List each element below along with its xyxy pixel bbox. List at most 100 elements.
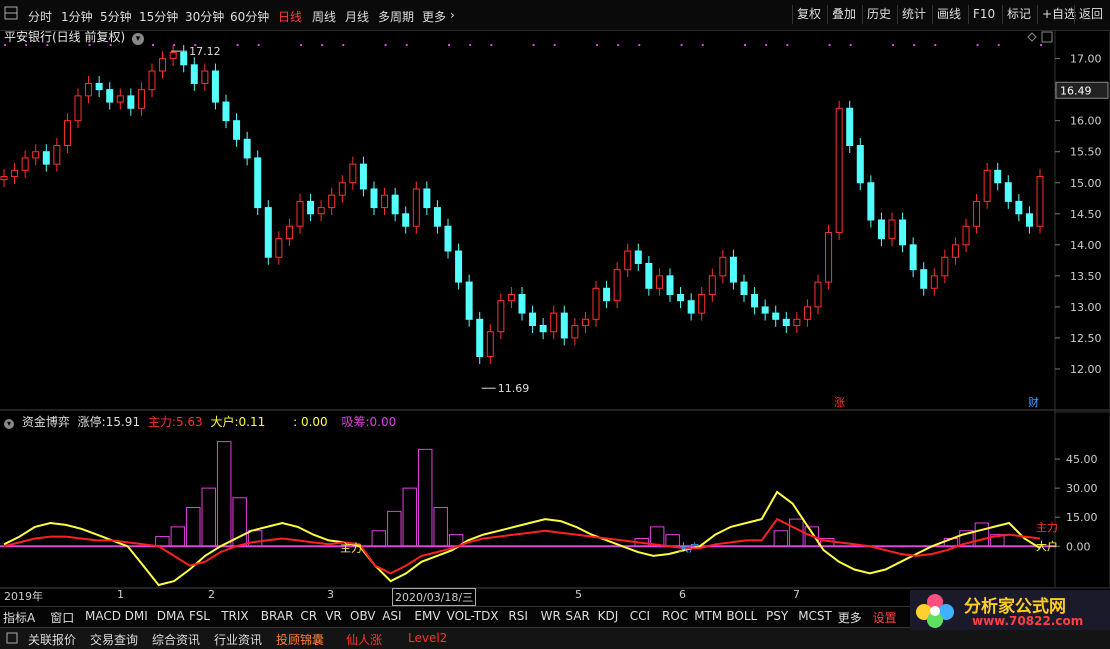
candle-body [803,306,811,320]
indicator-tab[interactable]: 设置 [873,609,897,626]
price-tick-label: 12.00 [1070,363,1102,376]
indicator-tab[interactable]: PSY [766,609,788,623]
x-value: : 0.00 [293,415,328,429]
indicator-tab[interactable]: TRIX [221,609,248,623]
indicator-tab[interactable]: ASI [382,609,401,623]
indicator-tab[interactable]: MACD [85,609,121,623]
indicator-tab[interactable]: RSI [508,609,528,623]
period-toolbar: 分时 1分钟 5分钟 15分钟 30分钟 60分钟 日线 周线 月线 多周期 更… [0,0,1110,31]
indicator-tab[interactable]: CCI [630,609,650,623]
logo-line2: www.70822.com [972,614,1084,628]
period-tab-monthly[interactable]: 月线 [345,8,369,25]
candle-body [624,250,632,271]
candle-body [201,70,209,84]
signal-dot [596,44,598,46]
indicator-tab[interactable]: MTM [694,609,722,623]
candle-body [909,244,917,271]
f10-button[interactable]: F10 [968,5,999,24]
draw-button[interactable]: 画线 [932,5,965,24]
indicator-tab[interactable]: SAR [565,609,589,623]
bottom-tab-xianrenzhang[interactable]: 仙人涨 [346,631,382,648]
chevron-right-icon[interactable]: › [450,8,455,22]
period-tab-30min[interactable]: 30分钟 [185,8,224,25]
bottom-tab-news[interactable]: 综合资讯 [152,631,200,648]
period-tab-multi[interactable]: 多周期 [378,8,414,25]
histogram-bar [433,507,448,547]
indicator-tab[interactable]: DMI [125,609,148,623]
histogram-bar [974,522,990,547]
indicator-tab[interactable]: VOL-TDX [447,609,499,623]
period-tab-weekly[interactable]: 周线 [312,8,336,25]
period-tab-more[interactable]: 更多 [422,8,446,25]
candle-body [317,207,325,215]
indicator-tab[interactable]: BOLL [726,609,757,623]
indicator-tab[interactable]: MCST [798,609,832,623]
indicator-tab[interactable]: VR [325,609,342,623]
histogram-bar [402,487,417,547]
candle-body [211,70,219,103]
event-zhang: 涨 [834,396,845,409]
right-label-main: 主力 [1036,521,1058,534]
indicator-tab[interactable]: WR [541,609,561,623]
candle-body [708,275,716,295]
indicator-tab[interactable]: 更多 [838,609,862,626]
date-label: 2019年 [4,590,43,603]
histogram-bar [170,526,186,547]
indicator-tab[interactable]: ROC [662,609,688,623]
candle-body [476,318,484,358]
fuquan-button[interactable]: 复权 [792,5,825,24]
bottom-tab-level2[interactable]: Level2 [408,631,447,645]
menu-icon[interactable] [6,632,18,647]
candle-body [729,256,737,283]
indicator-tab[interactable]: FSL [189,609,210,623]
history-button[interactable]: 历史 [862,5,895,24]
line-label-big: 大户 [678,540,700,554]
period-tab-fenshi[interactable]: 分时 [28,8,52,25]
indicator-tab[interactable]: BRAR [261,609,294,623]
indicator-tab[interactable]: KDJ [598,609,619,623]
candle-body [793,318,801,327]
period-tab-daily[interactable]: 日线 [278,8,302,25]
grid-icon[interactable] [4,6,18,23]
candle-body [592,287,600,320]
signal-dot [786,44,789,46]
candle-body [518,293,526,314]
signal-dot [194,44,197,46]
price-tick-label: 13.00 [1070,301,1102,314]
stats-button[interactable]: 统计 [897,5,930,24]
period-tab-15min[interactable]: 15分钟 [139,8,178,25]
date-label: 7 [793,588,800,601]
bottom-tab-trade[interactable]: 交易查询 [90,631,138,648]
chevron-down-icon[interactable]: ▾ [132,33,145,45]
indicator-tab[interactable]: 窗口 [50,609,74,626]
indicator-tab[interactable]: CR [300,609,317,623]
indicator-tab[interactable]: EMV [414,609,440,623]
date-label: 6 [679,588,686,601]
bottom-tab-advisor[interactable]: 投顾锦囊 [276,631,324,648]
candle-body [116,95,124,103]
period-tab-5min[interactable]: 5分钟 [100,8,132,25]
period-tab-60min[interactable]: 60分钟 [230,8,269,25]
signal-dot [913,44,916,46]
indicator-tab[interactable]: 指标A [3,609,35,626]
overlay-button[interactable]: 叠加 [827,5,860,24]
bottom-tab-industry[interactable]: 行业资讯 [214,631,262,648]
mark-button[interactable]: 标记 [1002,5,1035,24]
date-label: 3 [327,588,334,601]
candle-body [877,219,885,240]
candle-body [825,231,833,283]
bottom-tab-quote[interactable]: 关联报价 [28,631,76,648]
back-button[interactable]: 返回 [1074,5,1107,24]
collapse-icon[interactable]: ▾ [4,419,14,429]
indicator-name[interactable]: 资金博弈 [22,415,70,429]
signal-dot [892,44,894,46]
period-tab-1min[interactable]: 1分钟 [61,8,93,25]
candle-body [222,101,230,122]
signal-dot [236,44,239,46]
candle-body [867,182,875,221]
candle-body [285,225,293,240]
candle-body [412,188,420,227]
indicator-tab[interactable]: OBV [350,609,376,623]
candle-body [550,312,558,333]
indicator-tab[interactable]: DMA [157,609,185,623]
